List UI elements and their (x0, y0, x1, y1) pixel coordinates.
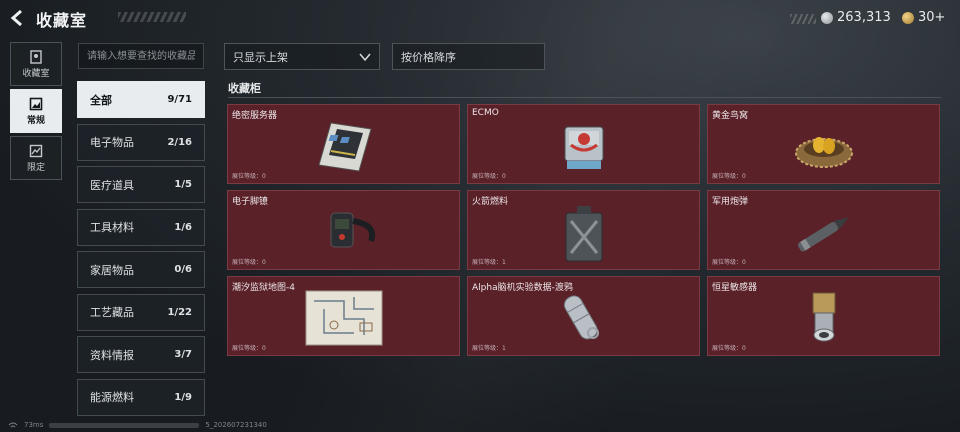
category-energy[interactable]: 能源燃料 1/9 (77, 378, 205, 416)
category-tools[interactable]: 工具材料 1/6 (77, 208, 205, 246)
category-label: 工艺藏品 (90, 306, 134, 319)
shelf-filter-dropdown[interactable]: 只显示上架 (224, 43, 380, 70)
category-label: 能源燃料 (90, 391, 134, 404)
item-name: ECMO (472, 108, 499, 118)
gold-amount: 30+ (918, 10, 946, 25)
ecmo-machine-icon (564, 126, 603, 169)
shelf-filter-value: 只显示上架 (233, 50, 288, 64)
category-count: 1/9 (174, 391, 192, 403)
star-sensor-icon (812, 292, 835, 342)
nav-label: 限定 (26, 162, 45, 173)
page-title: 收藏室 (36, 11, 88, 30)
gold-coin-icon (902, 11, 914, 24)
limited-image-icon (29, 144, 43, 157)
title-stripes-decoration (118, 12, 186, 22)
nav-item-limited[interactable]: 限定 (10, 136, 62, 180)
category-label: 医疗道具 (90, 178, 134, 192)
collection-card[interactable]: 火箭燃料 展位等级：1 (467, 190, 700, 270)
item-name: 恒星敏感器 (712, 283, 758, 293)
category-label: 全部 (90, 93, 112, 107)
collection-room-icon (30, 49, 42, 64)
item-name: 电子脚镣 (232, 197, 269, 207)
wifi-icon (8, 422, 18, 427)
category-electronics[interactable]: 电子物品 2/16 (77, 123, 205, 161)
category-count: 2/16 (167, 136, 192, 148)
category-household[interactable]: 家居物品 0/6 (77, 251, 205, 288)
category-medical[interactable]: 医疗道具 1/5 (77, 166, 205, 203)
nav-item-regular[interactable]: 常规 (10, 89, 62, 133)
collection-card[interactable]: Alpha脑机实验数据-渡鸦 展位等级：1 (467, 276, 700, 356)
sort-value: 按价格降序 (401, 50, 456, 64)
redacted-bar (49, 422, 200, 428)
silver-amount: 263,313 (837, 10, 891, 25)
category-intel[interactable]: 资料情报 3/7 (77, 336, 205, 373)
item-level: 展位等级：0 (712, 173, 746, 180)
category-count: 1/5 (174, 179, 192, 190)
item-level: 展位等级：0 (472, 173, 506, 180)
category-label: 资料情报 (90, 348, 134, 362)
item-name: 绝密服务器 (232, 111, 278, 121)
nav-label: 收藏室 (22, 68, 50, 79)
sort-dropdown[interactable]: 按价格降序 (392, 43, 545, 70)
server-icon (317, 122, 372, 172)
collection-grid: 绝密服务器 展位等级：0 ECMO 展位等级：0 黄金鸟窝 展位等级：0 电子脚… (227, 104, 941, 356)
collection-card[interactable]: 军用炮弹 展位等级：0 (707, 190, 940, 270)
section-divider (228, 97, 941, 98)
item-level: 展位等级：0 (712, 259, 746, 266)
category-list: 全部 9/71 电子物品 2/16 医疗道具 1/5 工具材料 1/6 家居物品 0/6 … (77, 81, 205, 421)
category-count: 1/22 (167, 306, 192, 318)
prison-map-icon (305, 290, 382, 346)
top-bar: 收藏室 263,313 30+ (0, 0, 960, 36)
fuel-canister-icon (565, 206, 602, 262)
category-count: 0/6 (174, 264, 192, 275)
collection-card[interactable]: 潮汐监狱地图-4 展位等级：0 (227, 276, 460, 356)
regular-image-icon (29, 97, 43, 110)
category-label: 工具材料 (90, 221, 134, 234)
item-level: 展位等级：0 (232, 259, 266, 266)
category-crafts[interactable]: 工艺藏品 1/22 (77, 293, 205, 331)
item-name: 潮汐监狱地图-4 (232, 283, 295, 293)
collection-card[interactable]: 电子脚镣 展位等级：0 (227, 190, 460, 270)
category-label: 家居物品 (90, 263, 134, 277)
search-input[interactable] (78, 43, 204, 69)
back-arrow-icon[interactable] (9, 9, 27, 27)
item-level: 展位等级：0 (232, 173, 266, 180)
chevron-down-icon (359, 53, 371, 62)
item-name: 火箭燃料 (472, 197, 509, 207)
category-count: 9/71 (167, 94, 192, 105)
item-level: 展位等级：0 (232, 345, 266, 352)
item-level: 展位等级：1 (472, 259, 506, 266)
item-level: 展位等级：0 (712, 345, 746, 352)
silver-coin-icon (821, 11, 833, 24)
latency: 73ms (24, 421, 44, 429)
collection-card[interactable]: ECMO 展位等级：0 (467, 104, 700, 184)
category-all[interactable]: 全部 9/71 (77, 81, 205, 118)
nav-item-collection-room[interactable]: 收藏室 (10, 42, 62, 86)
collection-card[interactable]: 绝密服务器 展位等级：0 (227, 104, 460, 184)
category-count: 1/6 (174, 221, 192, 233)
left-nav: 收藏室 常规 限定 (10, 42, 62, 183)
item-name: 黄金鸟窝 (712, 111, 749, 121)
artillery-shell-icon (797, 217, 849, 252)
silver-currency: 263,313 (821, 10, 891, 25)
category-label: 电子物品 (90, 136, 134, 149)
build-id: 5_202607231340 (205, 421, 267, 429)
ankle-monitor-icon (330, 212, 375, 248)
item-level: 展位等级：1 (472, 345, 506, 352)
gold-currency[interactable]: 30+ (902, 10, 945, 25)
section-title: 收藏柜 (228, 82, 261, 95)
currency-stripes-decoration (790, 14, 816, 24)
collection-card[interactable]: 黄金鸟窝 展位等级：0 (707, 104, 940, 184)
data-drive-icon (563, 295, 599, 340)
nav-label: 常规 (26, 115, 45, 126)
collection-card[interactable]: 恒星敏感器 展位等级：0 (707, 276, 940, 356)
item-name: 军用炮弹 (712, 197, 749, 207)
status-bar: 73ms 5_202607231340 (8, 421, 267, 429)
golden-nest-icon (794, 137, 853, 168)
category-count: 3/7 (174, 349, 192, 360)
